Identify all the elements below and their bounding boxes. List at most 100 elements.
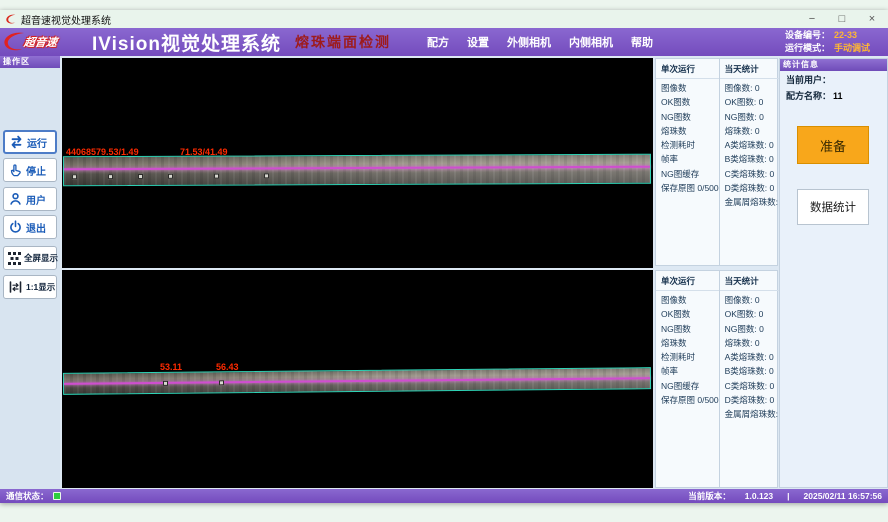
stat-row: 图像数 <box>656 81 719 95</box>
brand-text: 超音速 <box>23 34 58 50</box>
stat-row: OK图数 <box>656 307 719 321</box>
daily-stats-column: 当天统计 图像数: 0OK图数: 0NG图数: 0熔珠数: 0A类熔珠数: 0B… <box>719 59 785 265</box>
prepare-button[interactable]: 准备 <box>797 126 869 164</box>
exit-button[interactable]: 退出 <box>3 215 57 239</box>
stat-row: 熔珠数: 0 <box>720 336 785 350</box>
app-logo-icon <box>5 13 17 25</box>
user-button[interactable]: 用户 <box>3 187 57 211</box>
app-subtitle: 熔珠端面检测 <box>295 32 391 52</box>
one-to-one-button-label: 1:1显示 <box>26 281 55 293</box>
defect-marker <box>108 174 113 179</box>
stat-row: 保存原图 0/500 <box>656 181 719 195</box>
device-number-value: 22-33 <box>834 29 880 42</box>
maximize-button[interactable]: □ <box>835 11 849 27</box>
stat-row: C类熔珠数: 0 <box>720 167 785 181</box>
stat-row: NG图数 <box>656 110 719 124</box>
data-statistics-button[interactable]: 数据统计 <box>797 189 869 225</box>
stat-row: C类熔珠数: 0 <box>720 379 785 393</box>
defect-marker <box>138 174 143 179</box>
single-run-list: 图像数OK图数NG图数熔珠数检测耗时帧率NG图缓存保存原图 0/500 <box>656 81 719 195</box>
stat-row: 保存原图 0/500 <box>656 393 719 407</box>
recipe-name-label: 配方名称： <box>786 90 831 103</box>
stop-button-label: 停止 <box>26 163 46 178</box>
one-to-one-icon <box>8 280 23 294</box>
single-run-list: 图像数OK图数NG图数熔珠数检测耗时帧率NG图缓存保存原图 0/500 <box>656 293 719 407</box>
datetime-value: 2025/02/11 16:57:56 <box>804 491 882 501</box>
stat-row: B类熔珠数: 0 <box>720 364 785 378</box>
stat-row: 金属屑熔珠数: 0 <box>720 407 785 421</box>
version-label: 当前版本： <box>688 490 731 502</box>
single-run-title: 单次运行 <box>656 273 719 291</box>
run-mode-value: 手动调试 <box>834 42 880 55</box>
stat-row: 熔珠数: 0 <box>720 124 785 138</box>
defect-marker <box>72 174 77 179</box>
stat-row: D类熔珠数: 0 <box>720 181 785 195</box>
stop-hand-icon <box>8 163 23 177</box>
stat-row: NG图缓存 <box>656 379 719 393</box>
stat-row: NG图缓存 <box>656 167 719 181</box>
stat-row: OK图数 <box>656 95 719 109</box>
defect-marker <box>214 174 219 179</box>
measurement-annotation: 53.11 <box>160 362 182 372</box>
stat-row: 图像数 <box>656 293 719 307</box>
stat-row: 检测耗时 <box>656 138 719 152</box>
sidebar-title: 操作区 <box>0 56 60 68</box>
menu-item[interactable]: 内侧相机 <box>569 34 613 50</box>
app-window: 超音速视觉处理系统 − □ × 超音速 IVision视觉处理系统 熔珠端面检测… <box>0 10 888 503</box>
stat-row: NG图数 <box>656 322 719 336</box>
run-button-label: 运行 <box>27 135 47 150</box>
stat-row: B类熔珠数: 0 <box>720 152 785 166</box>
exit-button-label: 退出 <box>26 220 46 235</box>
stat-row: OK图数: 0 <box>720 95 785 109</box>
camera-viewport-inner[interactable]: 53.11 56.43 <box>62 270 653 488</box>
minimize-button[interactable]: − <box>805 11 819 27</box>
daily-stats-list: 图像数: 0OK图数: 0NG图数: 0熔珠数: 0A类熔珠数: 0B类熔珠数:… <box>720 81 785 210</box>
stat-row: 检测耗时 <box>656 350 719 364</box>
stat-row: 图像数: 0 <box>720 293 785 307</box>
stat-row: 熔珠数 <box>656 336 719 350</box>
fullscreen-button-label: 全屏显示 <box>24 252 58 264</box>
close-button[interactable]: × <box>865 11 879 27</box>
statusbar: 通信状态： 当前版本： 1.0.123 | 2025/02/11 16:57:5… <box>0 489 888 503</box>
main-menu: 配方 设置 外侧相机 内侧相机 帮助 <box>427 34 653 50</box>
menu-item[interactable]: 设置 <box>467 34 489 50</box>
daily-stats-column: 当天统计 图像数: 0OK图数: 0NG图数: 0熔珠数: 0A类熔珠数: 0B… <box>719 271 785 487</box>
daily-stats-list: 图像数: 0OK图数: 0NG图数: 0熔珠数: 0A类熔珠数: 0B类熔珠数:… <box>720 293 785 422</box>
app-title: IVision视觉处理系统 <box>92 29 281 56</box>
menu-item[interactable]: 外侧相机 <box>507 34 551 50</box>
camera-viewport-outer[interactable]: 44068579.53/1.49 71.53/41.49 <box>62 58 653 268</box>
fullscreen-button[interactable]: 全屏显示 <box>3 246 57 270</box>
user-button-label: 用户 <box>26 192 46 207</box>
version-value: 1.0.123 <box>745 491 773 501</box>
stat-row: OK图数: 0 <box>720 307 785 321</box>
run-button[interactable]: 运行 <box>3 130 57 154</box>
defect-marker <box>163 381 168 386</box>
stat-row: NG图数: 0 <box>720 110 785 124</box>
titlebar: 超音速视觉处理系统 − □ × <box>0 10 888 28</box>
stat-row: 帧率 <box>656 152 719 166</box>
stats-panel-outer: 单次运行 图像数OK图数NG图数熔珠数检测耗时帧率NG图缓存保存原图 0/500… <box>655 58 778 266</box>
recipe-name-value: 11 <box>833 90 843 103</box>
header: 超音速 IVision视觉处理系统 熔珠端面检测 配方设置外侧相机内侧相机帮助 … <box>0 28 888 56</box>
fullscreen-grid-icon <box>8 252 21 265</box>
menu-item[interactable]: 配方 <box>427 34 449 50</box>
weld-bead-image-strip <box>63 154 651 187</box>
defect-marker <box>219 380 224 385</box>
run-mode-label: 运行模式： <box>785 42 830 55</box>
single-run-column: 单次运行 图像数OK图数NG图数熔珠数检测耗时帧率NG图缓存保存原图 0/500 <box>656 59 719 265</box>
stat-row: A类熔珠数: 0 <box>720 138 785 152</box>
one-to-one-button[interactable]: 1:1显示 <box>3 275 57 299</box>
weld-bead-image-strip <box>63 367 651 395</box>
user-icon <box>8 192 23 206</box>
device-number-label: 设备编号： <box>785 29 830 42</box>
stop-button[interactable]: 停止 <box>3 158 57 182</box>
daily-stats-title: 当天统计 <box>720 273 785 291</box>
window-title: 超音速视觉处理系统 <box>21 12 111 27</box>
bead-sheen <box>64 155 650 186</box>
stat-row: 金属屑熔珠数: 0 <box>720 195 785 209</box>
device-info: 设备编号： 22-33 运行模式： 手动调试 <box>785 29 880 55</box>
menu-item[interactable]: 帮助 <box>631 34 653 50</box>
statusbar-separator: | <box>787 491 789 501</box>
single-run-title: 单次运行 <box>656 61 719 79</box>
comm-status-led <box>53 492 61 500</box>
